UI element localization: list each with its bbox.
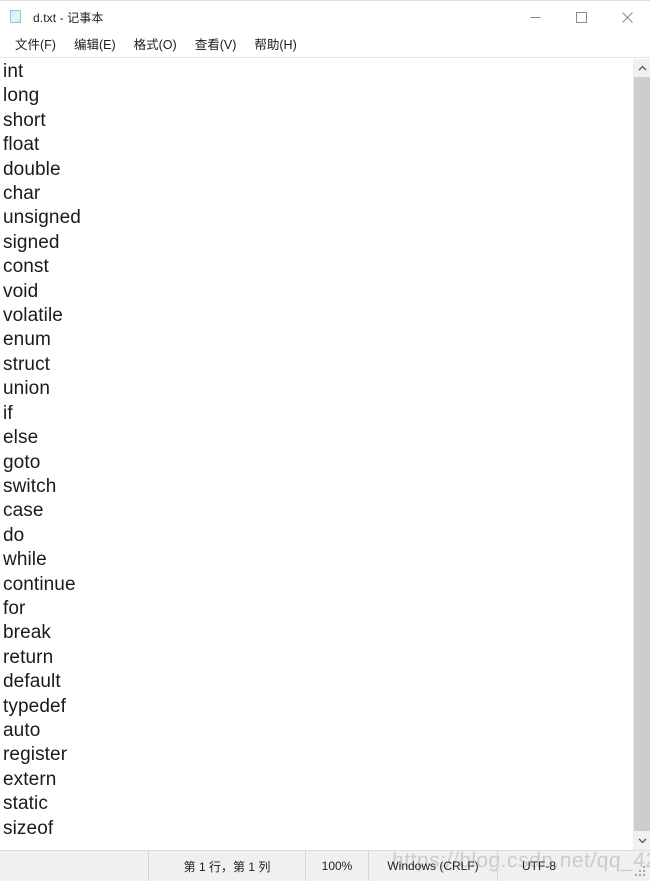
- scrollbar-thumb[interactable]: [634, 77, 650, 831]
- text-line: continue: [3, 573, 76, 595]
- text-line: goto: [3, 451, 41, 473]
- text-line: int: [3, 61, 24, 82]
- text-line: return: [3, 646, 54, 668]
- text-line: while: [3, 549, 47, 571]
- maximize-icon: [575, 11, 587, 23]
- menu-item-edit[interactable]: 编辑(E): [65, 35, 125, 56]
- status-bar: https://blog.csdn.net/qq_42320172017 第 1…: [0, 849, 650, 881]
- text-line: short: [3, 109, 46, 131]
- text-line: signed: [3, 231, 60, 253]
- text-line: case: [3, 500, 44, 522]
- window-title: d.txt - 记事本: [33, 10, 104, 25]
- scroll-up-button[interactable]: [634, 59, 650, 77]
- text-line: register: [3, 744, 68, 766]
- text-line: unsigned: [3, 207, 81, 229]
- text-line: default: [3, 671, 61, 693]
- menu-item-view[interactable]: 查看(V): [186, 35, 246, 56]
- text-line: const: [3, 256, 49, 278]
- notepad-window: d.txt - 记事本 文件(F) 编辑(E) 格式(O) 查看(V) 帮助(H…: [0, 0, 650, 881]
- text-line: if: [3, 402, 13, 424]
- text-line: else: [3, 427, 39, 449]
- close-icon: [621, 11, 633, 23]
- text-line: union: [3, 378, 50, 400]
- menu-item-format[interactable]: 格式(O): [125, 35, 186, 56]
- notepad-document-icon: [9, 9, 25, 25]
- editor-area: int long short float double char unsigned signe…: [0, 58, 650, 850]
- text-line: float: [3, 134, 40, 156]
- scrollbar-track[interactable]: [634, 77, 650, 832]
- text-line: static: [3, 793, 48, 815]
- title-bar-left: d.txt - 记事本: [0, 9, 512, 26]
- text-line: for: [3, 597, 26, 619]
- text-line: struct: [3, 353, 51, 375]
- status-bar-spacer: [0, 851, 148, 881]
- title-bar[interactable]: d.txt - 记事本: [0, 0, 650, 33]
- text-line: auto: [3, 719, 41, 741]
- menu-item-file[interactable]: 文件(F): [6, 35, 65, 56]
- window-controls: [512, 1, 650, 33]
- close-button[interactable]: [604, 1, 650, 33]
- text-line: double: [3, 158, 61, 180]
- vertical-scrollbar[interactable]: [633, 59, 650, 850]
- text-line: char: [3, 183, 41, 205]
- text-editor[interactable]: int long short float double char unsigned signe…: [0, 59, 633, 850]
- status-cursor-position: 第 1 行，第 1 列: [148, 851, 305, 881]
- chevron-down-icon: [638, 838, 646, 844]
- menu-bar: 文件(F) 编辑(E) 格式(O) 查看(V) 帮助(H): [0, 33, 650, 58]
- minimize-icon: [530, 16, 540, 18]
- text-line: switch: [3, 475, 57, 497]
- menu-item-help[interactable]: 帮助(H): [245, 35, 305, 56]
- text-line: typedef: [3, 695, 67, 717]
- text-line: void: [3, 280, 39, 302]
- text-line: sizeof: [3, 817, 54, 839]
- text-line: extern: [3, 768, 57, 790]
- scroll-down-button[interactable]: [634, 832, 650, 850]
- chevron-up-icon: [638, 65, 646, 71]
- text-line: volatile: [3, 305, 63, 327]
- text-line: do: [3, 524, 25, 546]
- minimize-button[interactable]: [512, 1, 558, 33]
- status-encoding: UTF-8: [497, 851, 597, 881]
- resize-grip[interactable]: [635, 866, 647, 878]
- status-line-ending: Windows (CRLF): [368, 851, 497, 881]
- text-line: break: [3, 622, 52, 644]
- text-line: long: [3, 85, 40, 107]
- status-zoom-level[interactable]: 100%: [305, 851, 368, 881]
- maximize-button[interactable]: [558, 1, 604, 33]
- text-line: enum: [3, 329, 51, 351]
